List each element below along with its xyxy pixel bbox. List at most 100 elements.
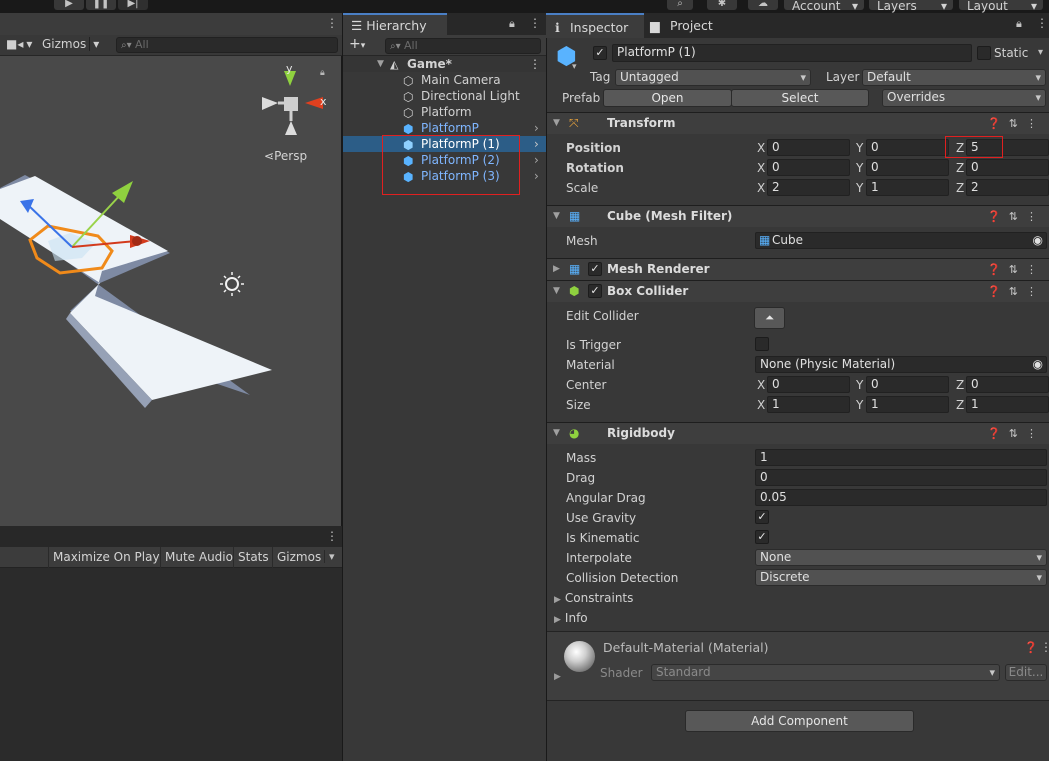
physic-material-field[interactable]: None (Physic Material) ◉ [755, 356, 1047, 373]
rigidbody-header[interactable]: ▼ ◕ Rigidbody ❓⇅⋮ [547, 422, 1049, 444]
size-z-field[interactable]: 1 [966, 396, 1049, 413]
mute-audio-button[interactable]: Mute Audio [160, 547, 237, 568]
component-menu-icons[interactable]: ❓⇅⋮ [987, 113, 1045, 134]
axis-x[interactable]: X [757, 397, 765, 413]
more-options-icon[interactable]: ⋮ [529, 56, 541, 72]
scene-canvas[interactable] [0, 13, 342, 526]
angular-drag-field[interactable]: 0.05 [755, 489, 1047, 506]
rotation-x-field[interactable]: 0 [767, 159, 850, 176]
pause-button[interactable]: ❚❚ [86, 0, 116, 10]
prefab-select-button[interactable]: Select [731, 89, 869, 107]
axis-y[interactable]: Y [856, 140, 863, 156]
lock-icon[interactable]: 🔒︎ [1016, 17, 1022, 31]
info-foldout[interactable]: ▶ Info [554, 610, 588, 628]
layers-dropdown[interactable]: Layers ▾ [869, 0, 953, 12]
more-options-icon[interactable]: ⋮ [326, 529, 338, 543]
list-item-main-camera[interactable]: ⬡ Main Camera [343, 72, 546, 88]
axis-z[interactable]: Z [956, 397, 964, 413]
use-gravity-checkbox[interactable]: ✓ [755, 510, 769, 524]
more-options-icon[interactable]: ⋮ [326, 16, 338, 30]
lock-icon[interactable]: 🔒︎ [320, 68, 325, 78]
axis-x[interactable]: X [757, 180, 765, 196]
collapse-icon[interactable]: ▼ [553, 423, 560, 444]
collision-detection-dropdown[interactable]: Discrete [755, 569, 1047, 586]
add-component-button[interactable]: Add Component [685, 710, 914, 732]
account-dropdown[interactable]: Account ▾ [784, 0, 864, 12]
component-menu-icons[interactable]: ❓⇅⋮ [987, 206, 1045, 227]
maximize-on-play-button[interactable]: Maximize On Play [48, 547, 164, 568]
collapse-icon[interactable]: ▼ [553, 281, 560, 302]
object-picker-icon[interactable]: ◉ [1033, 233, 1043, 248]
object-name-input[interactable]: PlatformP (1) [612, 44, 972, 62]
scale-z-field[interactable]: 2 [966, 179, 1049, 196]
center-x-field[interactable]: 0 [767, 376, 850, 393]
stats-button[interactable]: Stats [233, 547, 273, 568]
component-menu-icons[interactable]: ❓⇅⋮ [987, 423, 1045, 444]
mass-field[interactable]: 1 [755, 449, 1047, 466]
rotation-y-field[interactable]: 0 [866, 159, 949, 176]
component-menu-icons[interactable]: ❓⇅⋮ [987, 281, 1045, 302]
persp-label[interactable]: ⋖Persp [264, 149, 307, 163]
expand-icon[interactable]: ▶ [553, 259, 560, 280]
collab-icon[interactable]: ✱ [707, 0, 737, 10]
overrides-dropdown[interactable]: Overrides [882, 89, 1046, 107]
object-picker-icon[interactable]: ◉ [1033, 357, 1043, 372]
tab-hierarchy[interactable]: ☰ Hierarchy [343, 13, 447, 35]
chevron-right-icon[interactable]: › [534, 120, 539, 136]
axis-y[interactable]: Y [856, 180, 863, 196]
tab-inspector[interactable]: ℹ Inspector [546, 13, 644, 38]
scene-view[interactable]: y x 🔒︎ ⋖Persp [0, 13, 342, 526]
scene-search-input[interactable]: ⌕▾ All [116, 37, 338, 53]
transform-header[interactable]: ▼ ⤧ Transform ❓⇅⋮ [547, 112, 1049, 134]
axis-y[interactable]: Y [856, 160, 863, 176]
axis-x[interactable]: X [757, 377, 765, 393]
icon-dropdown[interactable]: ▾ [572, 62, 577, 72]
scale-x-field[interactable]: 2 [767, 179, 850, 196]
mesh-renderer-checkbox[interactable]: ✓ [588, 262, 602, 276]
shader-dropdown[interactable]: Standard [651, 664, 1000, 681]
step-button[interactable]: ▶| [118, 0, 148, 10]
scene-row[interactable]: ▼ ◭ Game* ⋮ [343, 56, 546, 72]
axis-x[interactable]: X [757, 160, 765, 176]
active-checkbox[interactable]: ✓ [593, 46, 607, 60]
is-kinematic-checkbox[interactable]: ✓ [755, 530, 769, 544]
size-y-field[interactable]: 1 [866, 396, 949, 413]
static-dropdown[interactable]: ▾ [1038, 47, 1043, 58]
mesh-field[interactable]: ▦ Cube ◉ [755, 232, 1047, 249]
axis-z[interactable]: Z [956, 160, 964, 176]
position-y-field[interactable]: 0 [866, 139, 949, 156]
list-item-platformp[interactable]: ⬢ PlatformP › [343, 120, 546, 136]
help-icon[interactable]: ❓ [1024, 641, 1038, 654]
constraints-foldout[interactable]: ▶ Constraints [554, 590, 633, 608]
scale-y-field[interactable]: 1 [866, 179, 949, 196]
chevron-right-icon[interactable]: › [534, 136, 539, 152]
tag-dropdown[interactable]: Untagged [615, 69, 811, 86]
cloud-icon[interactable]: ☁ [748, 0, 778, 10]
center-y-field[interactable]: 0 [866, 376, 949, 393]
more-options-icon[interactable]: ⋮ [1036, 16, 1048, 30]
size-x-field[interactable]: 1 [767, 396, 850, 413]
axis-z[interactable]: Z [956, 180, 964, 196]
drag-field[interactable]: 0 [755, 469, 1047, 486]
gizmos-dropdown[interactable]: Gizmos ▾ [42, 37, 99, 51]
expand-icon[interactable]: ▼ [377, 56, 384, 72]
position-x-field[interactable]: 0 [767, 139, 850, 156]
chevron-right-icon[interactable]: › [534, 152, 539, 168]
gizmos-dropdown-arrow[interactable]: ▾ [324, 550, 335, 563]
edit-shader-button[interactable]: Edit... [1005, 664, 1047, 681]
add-object-button[interactable]: +▾ [349, 36, 365, 52]
box-collider-header[interactable]: ▼ ⬢ ✓ Box Collider ❓⇅⋮ [547, 280, 1049, 302]
hierarchy-search-input[interactable]: ⌕▾ All [385, 38, 541, 54]
mesh-renderer-header[interactable]: ▶ ▦ ✓ Mesh Renderer ❓⇅⋮ [547, 258, 1049, 280]
list-item-platform[interactable]: ⬡ Platform [343, 104, 546, 120]
play-button[interactable]: ▶ [54, 0, 84, 10]
layer-dropdown[interactable]: Default [862, 69, 1046, 86]
prefab-open-button[interactable]: Open [603, 89, 732, 107]
rotation-z-field[interactable]: 0 [966, 159, 1049, 176]
center-z-field[interactable]: 0 [966, 376, 1049, 393]
collapse-icon[interactable]: ▼ [553, 113, 560, 134]
box-collider-checkbox[interactable]: ✓ [588, 284, 602, 298]
camera-settings-dropdown[interactable]: ■◂ ▾ [6, 37, 32, 51]
more-options-icon[interactable]: ⋮ [1040, 640, 1049, 654]
axis-y[interactable]: Y [856, 377, 863, 393]
